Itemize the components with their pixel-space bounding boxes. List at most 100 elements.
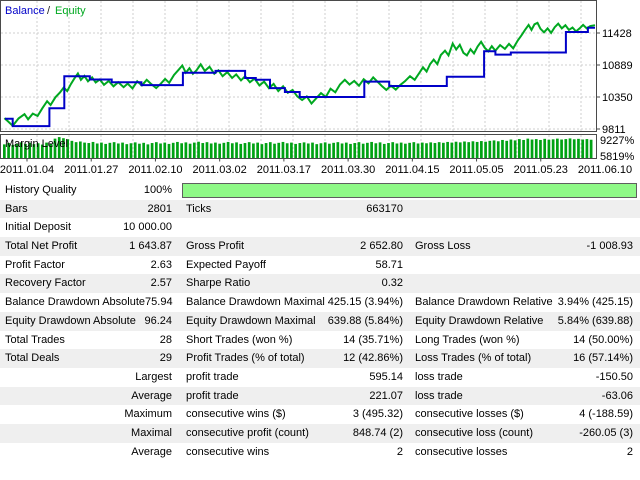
stat-label: Gross Loss (415, 240, 471, 253)
table-row: Total Net Profit 1 643.87 Gross Profit 2 65… (0, 237, 640, 256)
stat-value: 28 (159, 333, 172, 346)
margin-level-bar (83, 142, 86, 158)
margin-level-bar (518, 139, 521, 158)
stat-label: Long Trades (won %) (415, 333, 520, 346)
margin-level-bar (589, 139, 593, 158)
stat-value: 3 (495.32) (352, 408, 403, 421)
margin-level-bar (319, 143, 323, 158)
margin-level-bar (344, 142, 348, 158)
stat-label: profit trade (186, 370, 239, 383)
margin-level-bar (534, 139, 538, 158)
margin-level-bar (230, 143, 234, 158)
margin-level-bar (167, 143, 171, 158)
margin-level-bar (78, 141, 82, 158)
stat-value: 96.24 (144, 314, 172, 327)
margin-level-bar (142, 142, 146, 158)
margin-level-bar (214, 142, 217, 158)
stat-label: Total Trades (5, 333, 65, 346)
stat-value: -1 008.93 (586, 240, 633, 253)
stat-cell: consecutive loss (count) -260.05 (3) (415, 424, 633, 443)
margin-level-bar (116, 143, 120, 158)
stat-cell: profit trade 595.14 (186, 368, 403, 387)
margin-level-bar (129, 143, 133, 158)
stat-label: Bars (5, 202, 28, 215)
stat-value: Largest (135, 370, 172, 383)
stat-value: 14 (35.71%) (343, 333, 403, 346)
stat-value: -260.05 (3) (579, 426, 633, 439)
margin-level-bar (268, 142, 272, 158)
margin-level-bar (429, 142, 433, 158)
margin-level-bar (340, 143, 344, 158)
margin-level-bar (484, 141, 487, 158)
stat-label: loss trade (415, 370, 463, 383)
stat-cell: Average (5, 443, 172, 462)
margin-level-bar (382, 143, 386, 158)
table-row: Maximum consecutive wins ($) 3 (495.32) con… (0, 405, 640, 424)
margin-level-bar (108, 142, 112, 158)
margin-level-bar (442, 142, 445, 158)
margin-level-bar (412, 142, 416, 158)
margin-level-bar (184, 142, 188, 158)
margin-level-bar (273, 143, 276, 158)
stat-value: 58.71 (375, 258, 403, 271)
margin-level-bar (450, 142, 454, 158)
stat-label: Equity Drawdown Absolute (5, 314, 136, 327)
stat-cell: consecutive losses 2 (415, 443, 633, 462)
margin-level-bar (218, 143, 221, 158)
stat-label: consecutive wins ($) (186, 408, 286, 421)
margin-level-bar (416, 143, 420, 158)
stat-label: Loss Trades (% of total) (415, 352, 532, 365)
table-row: Balance Drawdown Absolute 75.94 Balance Dr… (0, 293, 640, 312)
margin-level-bar (395, 143, 399, 158)
margin-level-bar (70, 140, 74, 158)
table-row: History Quality 100% (0, 181, 640, 200)
stat-value: 2.57 (150, 277, 172, 290)
balance-equity-chart[interactable]: 11428108891035098119227%5819%2011.01.04 2… (0, 0, 640, 181)
stat-cell: loss trade -150.50 (415, 368, 633, 387)
margin-level-bar (572, 139, 576, 158)
x-axis-date-label: 2011.03.02 (193, 164, 247, 176)
table-row: Initial Deposit 10 000.00 (0, 218, 640, 237)
margin-level-bar (290, 142, 293, 158)
stat-value: 75.94 (145, 296, 173, 309)
stat-value: Maximal (131, 426, 172, 439)
margin-level-bar (577, 138, 580, 158)
stat-value: 29 (159, 352, 172, 365)
margin-level-bar (197, 141, 200, 158)
margin-level-bar (298, 143, 302, 158)
stat-cell: Gross Loss -1 008.93 (415, 237, 633, 256)
stat-label: Profit Trades (% of total) (186, 352, 305, 365)
stat-value: Maximum (124, 408, 172, 421)
stat-value: Average (131, 445, 172, 458)
stat-cell: consecutive wins 2 (186, 443, 403, 462)
x-axis-date-label: 2011.05.05 (449, 164, 503, 176)
table-row: Total Deals 29 Profit Trades (% of total) 1… (0, 349, 640, 368)
stat-label: Expected Payoff (186, 258, 266, 271)
stat-value: -63.06 (601, 389, 633, 402)
stat-value: 595.14 (369, 370, 403, 383)
stat-cell: Balance Drawdown Relative 3.94% (425.15) (415, 293, 633, 312)
margin-level-bar (399, 142, 403, 158)
margin-level-bar (163, 142, 167, 158)
table-row: Total Trades 28 Short Trades (won %) 14 (35… (0, 331, 640, 350)
table-row: Bars 2801 Ticks 663170 (0, 199, 640, 219)
margin-level-bar (458, 142, 462, 158)
margin-level-bar (353, 143, 357, 158)
stat-value: 3.94% (425.15) (557, 296, 633, 309)
x-axis-date-label: 2011.05.23 (514, 164, 568, 176)
margin-level-bar (87, 143, 91, 158)
x-axis-date-label: 2011.03.17 (257, 164, 311, 176)
stat-cell: Loss Trades (% of total) 16 (57.14%) (415, 349, 633, 368)
margin-level-bar (112, 142, 116, 158)
stat-cell: Equity Drawdown Absolute 96.24 (5, 312, 172, 331)
stat-value: 1 643.87 (129, 240, 172, 253)
margin-level-bar (509, 139, 513, 158)
stat-label: loss trade (415, 389, 463, 402)
strategy-tester-report: 11428 10889 10350 9811 9227% 5819% 2011.01.04 2… (0, 0, 640, 480)
margin-level-bar (471, 141, 475, 158)
margin-level-bar (201, 143, 205, 158)
table-row: Average profit trade 221.07 loss trade -63.0… (0, 386, 640, 406)
results-table: History Quality 100% Bars 2801 Ticks 663170 In… (0, 181, 640, 480)
margin-level-bar (425, 143, 428, 158)
margin-level-bar (433, 143, 437, 158)
